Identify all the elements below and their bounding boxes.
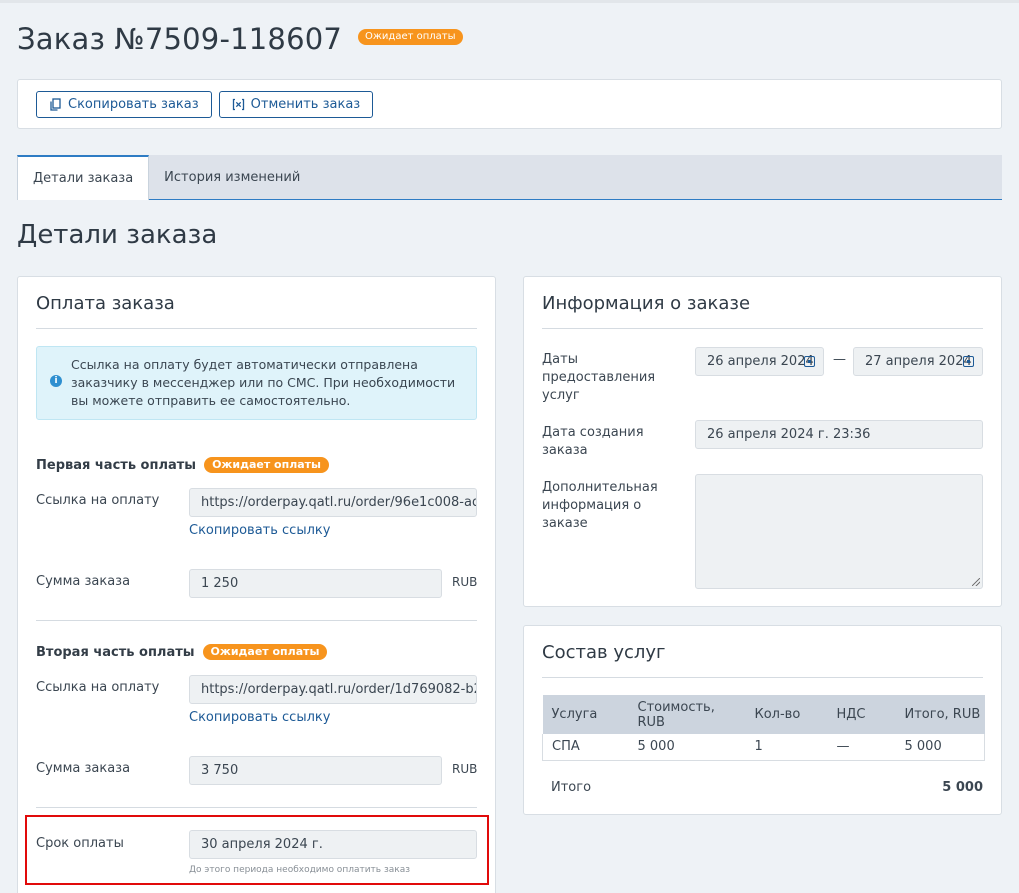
tab-order-details[interactable]: Детали заказа <box>17 155 150 200</box>
calendar-icon[interactable] <box>804 356 815 367</box>
page-header: Заказ №7509-118607 Ожидает оплаты <box>17 22 463 56</box>
copy-order-label: Скопировать заказ <box>68 96 199 112</box>
column-header: Итого, RUB <box>895 695 985 734</box>
table-cell: 5 000 <box>895 734 985 761</box>
copy-link-button[interactable]: Скопировать ссылку <box>189 710 330 725</box>
divider <box>542 677 983 678</box>
table-header-row: Услуга Стоимость, RUB Кол-во НДС Итого, … <box>542 695 985 734</box>
currency-label: RUB <box>452 575 478 589</box>
amount-label: Сумма заказа <box>36 574 131 589</box>
info-icon: i <box>50 375 62 387</box>
column-header: Стоимость, RUB <box>628 695 746 734</box>
order-info-title: Информация о заказе <box>542 293 751 314</box>
column-header: Кол-во <box>745 695 828 734</box>
divider <box>542 328 983 329</box>
services-table: Услуга Стоимость, RUB Кол-во НДС Итого, … <box>542 695 985 761</box>
date-from-value: 26 апреля 2024 <box>707 354 814 369</box>
divider <box>36 807 477 808</box>
copy-link-button[interactable]: Скопировать ссылку <box>189 523 330 538</box>
table-cell: 1 <box>745 734 828 761</box>
services-title: Состав услуг <box>542 642 666 663</box>
payment-card-title: Оплата заказа <box>36 293 175 314</box>
column-header: Услуга <box>542 695 629 734</box>
payment-part-title: Вторая часть оплаты Ожидает оплаты <box>36 644 328 660</box>
cancel-order-button[interactable]: Отменить заказ <box>218 90 374 118</box>
cancel-icon <box>232 98 245 111</box>
services-card: Состав услуг Услуга Стоимость, RUB Кол-в… <box>523 625 1002 815</box>
toolbar: Скопировать заказ Отменить заказ <box>17 79 1002 129</box>
amount-field[interactable]: 3 750 <box>189 756 442 785</box>
payment-part-status-badge: Ожидает оплаты <box>202 644 328 660</box>
created-date-field: 26 апреля 2024 г. 23:36 <box>695 420 983 449</box>
date-to-field[interactable]: 27 апреля 2024 <box>853 347 983 376</box>
deadline-hint: До этого периода необходимо оплатить зак… <box>189 865 411 875</box>
calendar-icon[interactable] <box>963 356 974 367</box>
extra-info-label: Дополнительная информация о заказе <box>542 480 658 531</box>
column-header: НДС <box>827 695 896 734</box>
payment-link-field[interactable]: https://orderpay.qatl.ru/order/1d769082-… <box>189 675 477 704</box>
payment-part-title: Первая часть оплаты Ожидает оплаты <box>36 457 329 473</box>
table-cell: 5 000 <box>628 734 746 761</box>
payment-card: Оплата заказа i Ссылка на оплату будет а… <box>17 276 496 893</box>
created-date-label: Дата создания заказа <box>542 425 644 458</box>
top-border <box>0 0 1019 3</box>
payment-link-label: Ссылка на оплату <box>36 493 160 508</box>
total-label: Итого <box>551 780 592 795</box>
table-row: СПА 5 000 1 — 5 000 <box>542 734 985 761</box>
date-to-value: 27 апреля 2024 <box>865 354 972 369</box>
date-separator: — <box>833 352 846 367</box>
tab-bar: Детали заказа История изменений <box>17 155 1002 200</box>
cancel-order-label: Отменить заказ <box>250 96 361 112</box>
section-title: Детали заказа <box>17 220 218 250</box>
amount-field[interactable]: 1 250 <box>189 569 442 598</box>
payment-part-title-text: Вторая часть оплаты <box>36 644 195 660</box>
resize-handle-icon[interactable] <box>972 578 980 586</box>
payment-link-label: Ссылка на оплату <box>36 680 160 695</box>
order-info-card: Информация о заказе Даты предоставления … <box>523 276 1002 607</box>
payment-link-field[interactable]: https://orderpay.qatl.ru/order/96e1c008-… <box>189 488 477 517</box>
copy-icon <box>49 97 62 111</box>
table-cell: СПА <box>542 734 629 761</box>
date-from-field[interactable]: 26 апреля 2024 <box>695 347 824 376</box>
amount-label: Сумма заказа <box>36 761 131 776</box>
divider <box>36 328 477 329</box>
extra-info-textarea[interactable] <box>695 474 983 589</box>
payment-part-status-badge: Ожидает оплаты <box>204 457 329 473</box>
tab-change-history[interactable]: История изменений <box>149 155 315 199</box>
info-text: Ссылка на оплату будет автоматически отп… <box>71 357 456 408</box>
payment-part-title-text: Первая часть оплаты <box>36 457 197 473</box>
table-cell: — <box>827 734 896 761</box>
currency-label: RUB <box>452 762 478 776</box>
deadline-label: Срок оплаты <box>36 836 124 851</box>
deadline-field[interactable]: 30 апреля 2024 г. <box>189 830 477 859</box>
order-status-badge: Ожидает оплаты <box>358 29 463 45</box>
info-message: i Ссылка на оплату будет автоматически о… <box>36 346 477 420</box>
page-title: Заказ №7509-118607 <box>17 22 343 56</box>
divider <box>36 620 477 621</box>
copy-order-button[interactable]: Скопировать заказ <box>36 90 212 118</box>
total-value: 5 000 <box>942 780 983 795</box>
service-dates-label: Даты предоставления услуг <box>542 352 656 403</box>
